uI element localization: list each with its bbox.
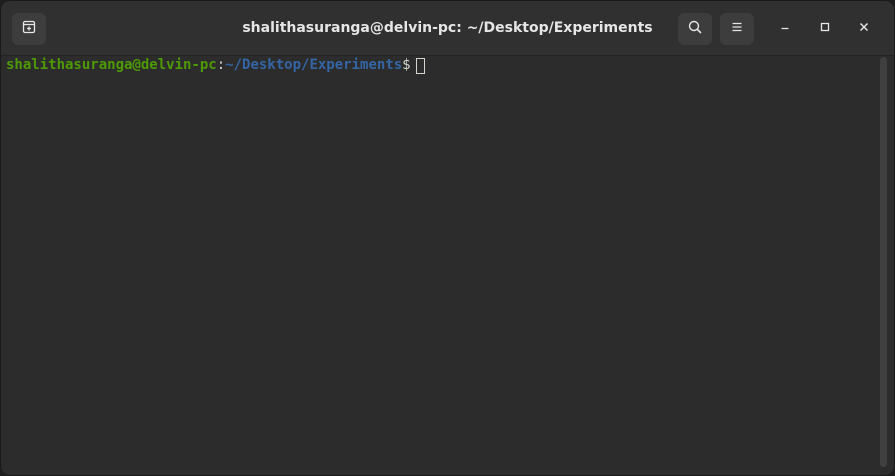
prompt-user-host: shalithasuranga@delvin-pc: [6, 57, 217, 73]
minimize-button[interactable]: [772, 16, 798, 42]
search-icon: [687, 19, 703, 40]
window-title: shalithasuranga@delvin-pc: ~/Desktop/Exp…: [242, 20, 653, 36]
prompt-colon: :: [216, 57, 226, 73]
text-cursor: [415, 57, 425, 74]
menu-button[interactable]: [720, 13, 754, 45]
maximize-button[interactable]: [812, 16, 838, 42]
search-button[interactable]: [678, 13, 712, 45]
minimize-icon: [779, 20, 791, 38]
prompt-line: shalithasuranga@delvin-pc: ~/Desktop/Expe…: [6, 57, 425, 74]
prompt-path: ~/Desktop/Experiments: [225, 57, 403, 73]
new-tab-button[interactable]: [12, 13, 46, 45]
maximize-icon: [819, 20, 831, 38]
title-bar[interactable]: shalithasuranga@delvin-pc: ~/Desktop/Exp…: [1, 1, 894, 56]
scrollbar[interactable]: [880, 57, 887, 467]
terminal-output-area[interactable]: shalithasuranga@delvin-pc: ~/Desktop/Expe…: [1, 56, 894, 475]
close-icon: [858, 20, 870, 38]
close-button[interactable]: [851, 16, 877, 42]
prompt-dollar: $: [402, 57, 411, 73]
terminal-window: shalithasuranga@delvin-pc: ~/Desktop/Exp…: [0, 0, 895, 476]
hamburger-menu-icon: [729, 19, 745, 40]
new-tab-icon: [21, 19, 37, 40]
